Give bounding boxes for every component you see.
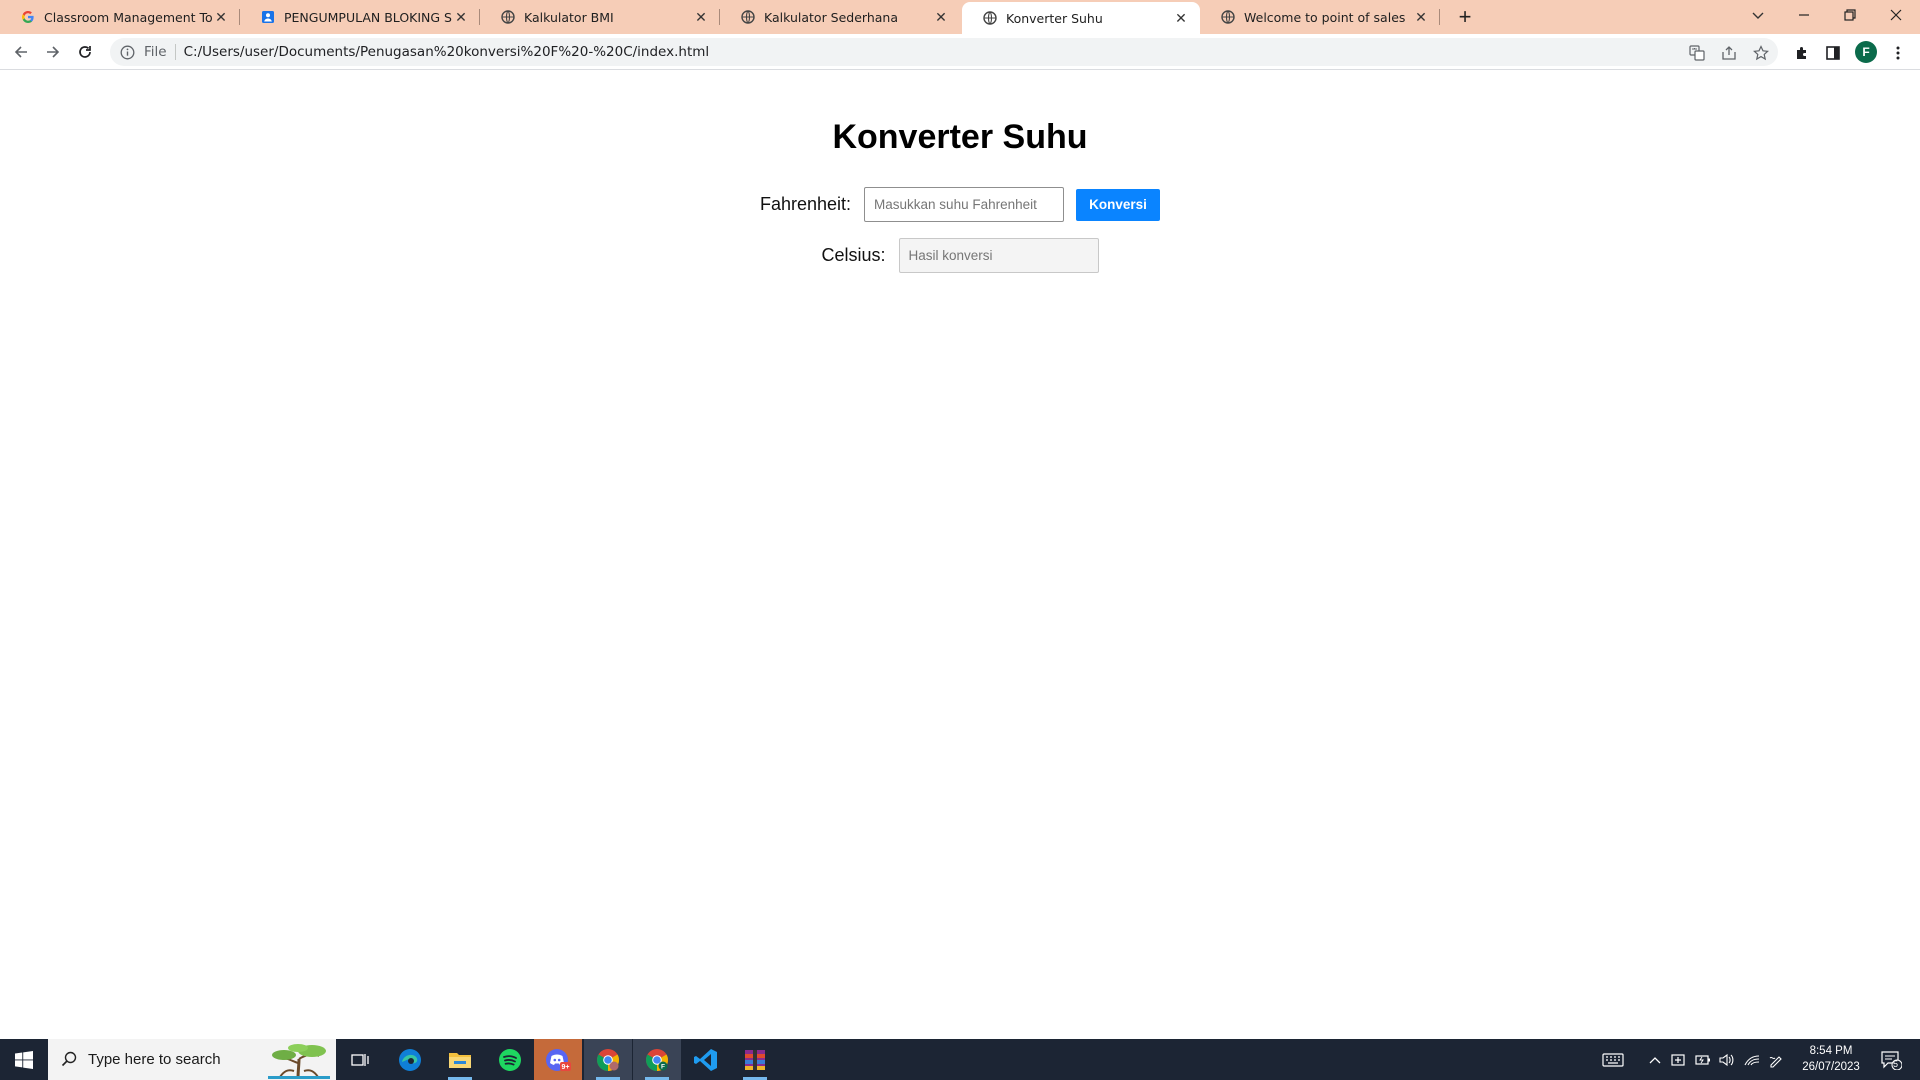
kebab-menu-icon[interactable]: [1887, 42, 1909, 64]
search-placeholder: Type here to search: [88, 1051, 221, 1068]
window-close-icon[interactable]: [1873, 0, 1919, 30]
page-content: Konverter Suhu Fahrenheit: Konversi Cels…: [0, 71, 1920, 1039]
svg-text:9+: 9+: [562, 1064, 570, 1071]
fahrenheit-row: Fahrenheit: Konversi: [0, 187, 1920, 222]
page-title: Konverter Suhu: [832, 118, 1088, 156]
volume-icon[interactable]: [1716, 1039, 1738, 1080]
discord-icon[interactable]: 9+: [534, 1039, 582, 1080]
close-icon[interactable]: ✕: [212, 8, 230, 26]
winrar-icon[interactable]: [731, 1039, 779, 1080]
tab-kalkulator-sederhana[interactable]: Kalkulator Sederhana ✕: [720, 0, 960, 34]
url-scheme-label: File: [144, 44, 176, 60]
taskbar-clock[interactable]: 8:54 PM 26/07/2023: [1790, 1043, 1872, 1075]
windows-taskbar: Type here to search 9+ F 8:54 PM 26/07/2…: [0, 1039, 1920, 1080]
profile-avatar[interactable]: F: [1855, 41, 1877, 63]
celsius-output[interactable]: [898, 238, 1099, 273]
clock-time: 8:54 PM: [1809, 1045, 1853, 1057]
globe-icon: [500, 9, 516, 25]
pen-workspace-icon[interactable]: [1765, 1039, 1787, 1080]
wifi-icon[interactable]: [1741, 1039, 1763, 1080]
tab-title: Kalkulator Sederhana: [764, 9, 899, 25]
extensions-puzzle-icon[interactable]: [1791, 42, 1813, 64]
meet-now-icon[interactable]: [1668, 1039, 1690, 1080]
tab-konverter-suhu[interactable]: Konverter Suhu ✕: [962, 2, 1200, 34]
tab-pengumpulan-bloking[interactable]: PENGUMPULAN BLOKING SELAS ✕: [240, 0, 480, 34]
back-arrow-icon[interactable]: [7, 38, 35, 66]
convert-button[interactable]: Konversi: [1076, 188, 1161, 221]
clock-date: 26/07/2023: [1802, 1061, 1860, 1073]
address-bar[interactable]: File C:/Users/user/Documents/Penugasan%2…: [110, 38, 1778, 66]
side-panel-icon[interactable]: [1822, 42, 1844, 64]
keyboard-icon[interactable]: [1598, 1039, 1628, 1080]
tab-title: Classroom Management Tools &: [44, 9, 212, 25]
browser-toolbar: File C:/Users/user/Documents/Penugasan%2…: [0, 34, 1920, 70]
reload-icon[interactable]: [71, 38, 99, 66]
file-explorer-icon[interactable]: [436, 1039, 484, 1080]
new-tab-button[interactable]: +: [1452, 4, 1478, 29]
notification-count: 5: [1893, 1059, 1899, 1069]
close-icon[interactable]: ✕: [692, 8, 710, 26]
windows-start-icon[interactable]: [0, 1039, 48, 1080]
translate-icon[interactable]: [1687, 43, 1707, 63]
forward-arrow-icon[interactable]: [39, 38, 67, 66]
google-g-icon: [20, 9, 36, 25]
restore-icon[interactable]: [1827, 0, 1873, 30]
svg-text:F: F: [661, 1063, 665, 1070]
tab-title: Welcome to point of sales: [1244, 9, 1406, 25]
fahrenheit-input[interactable]: [864, 187, 1065, 222]
task-view-icon[interactable]: [336, 1039, 384, 1080]
tab-point-of-sales[interactable]: Welcome to point of sales ✕: [1200, 0, 1440, 34]
close-icon[interactable]: ✕: [932, 8, 950, 26]
globe-icon: [1220, 9, 1236, 25]
tab-search-chevron-icon[interactable]: [1735, 0, 1781, 30]
taskbar-search-box[interactable]: Type here to search: [48, 1039, 336, 1080]
chrome-profile-icon[interactable]: F: [633, 1039, 681, 1080]
share-icon[interactable]: [1719, 43, 1739, 63]
tab-divider: [1439, 9, 1440, 25]
search-icon: [61, 1051, 77, 1072]
globe-icon: [982, 10, 998, 26]
site-info-icon[interactable]: [118, 43, 136, 61]
tab-title: Konverter Suhu: [1006, 10, 1103, 26]
battery-icon[interactable]: [1692, 1039, 1714, 1080]
tab-classroom-management[interactable]: Classroom Management Tools & ✕: [0, 0, 240, 34]
tab-strip: Classroom Management Tools & ✕ PENGUMPUL…: [0, 0, 1920, 34]
tab-title: PENGUMPULAN BLOKING SELAS: [284, 9, 452, 25]
vscode-icon[interactable]: [682, 1039, 730, 1080]
notification-center-icon[interactable]: 5: [1874, 1039, 1908, 1080]
fahrenheit-label: Fahrenheit:: [759, 194, 852, 214]
tray-chevron-up-icon[interactable]: [1645, 1039, 1665, 1080]
spotify-icon[interactable]: [486, 1039, 534, 1080]
edge-icon[interactable]: [386, 1039, 434, 1080]
close-icon[interactable]: ✕: [1412, 8, 1430, 26]
tab-title: Kalkulator BMI: [524, 9, 614, 25]
celsius-label: Celsius:: [821, 245, 886, 265]
tab-kalkulator-bmi[interactable]: Kalkulator BMI ✕: [480, 0, 720, 34]
bookmark-star-icon[interactable]: [1751, 43, 1771, 63]
google-forms-icon: [260, 9, 276, 25]
close-icon[interactable]: ✕: [452, 8, 470, 26]
close-icon[interactable]: ✕: [1172, 9, 1190, 27]
minimize-icon[interactable]: [1781, 0, 1827, 30]
globe-icon: [740, 9, 756, 25]
url-text[interactable]: C:/Users/user/Documents/Penugasan%20konv…: [184, 44, 710, 60]
chrome-icon[interactable]: [584, 1039, 632, 1080]
search-highlight-tree-icon: [268, 1041, 330, 1080]
celsius-row: Celsius:: [0, 238, 1920, 273]
